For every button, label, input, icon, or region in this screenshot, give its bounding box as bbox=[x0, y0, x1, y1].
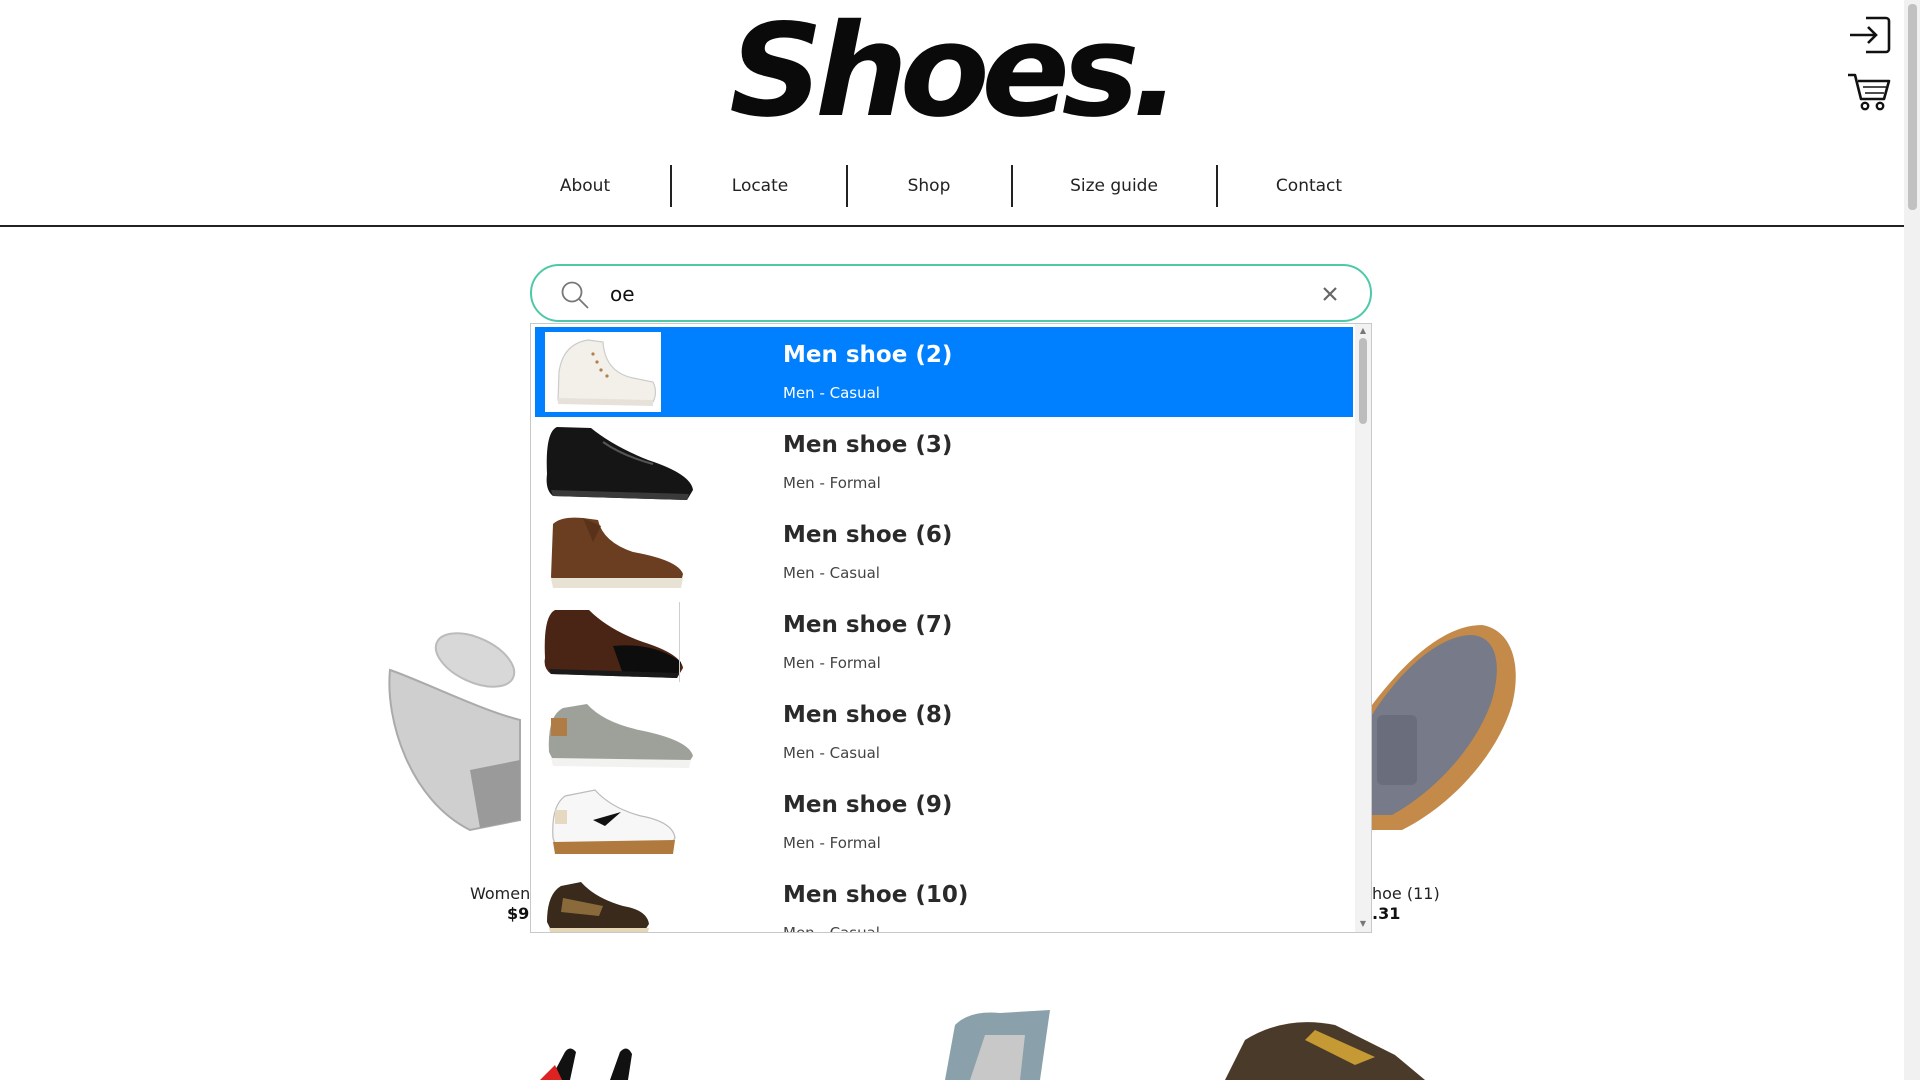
nav-divider bbox=[1011, 165, 1013, 207]
main-nav: About Locate Shop Size guide Contact bbox=[0, 165, 1904, 227]
product-card-image-right[interactable] bbox=[1372, 605, 1522, 835]
nav-about[interactable]: About bbox=[535, 165, 635, 207]
search-results-list: Men shoe (2) Men - Casual Men shoe (3) M… bbox=[535, 327, 1353, 933]
cart-icon[interactable] bbox=[1846, 70, 1892, 112]
brown-skate-shoe-icon bbox=[543, 872, 693, 932]
grey-sneaker-icon bbox=[543, 692, 693, 772]
nav-divider bbox=[670, 165, 672, 207]
search-result-category: Men - Casual bbox=[783, 564, 880, 582]
login-icon[interactable] bbox=[1846, 14, 1892, 56]
search-result-title: Men shoe (9) bbox=[783, 792, 953, 818]
search-result-title: Men shoe (8) bbox=[783, 702, 953, 728]
product-card-image-row2-3[interactable] bbox=[1225, 1015, 1425, 1080]
product-price-left: $9 bbox=[507, 904, 530, 923]
nav-divider bbox=[846, 165, 848, 207]
scroll-down-arrow-icon[interactable]: ▼ bbox=[1359, 920, 1367, 928]
nav-size-guide[interactable]: Size guide bbox=[1052, 165, 1176, 207]
close-icon[interactable] bbox=[1319, 283, 1341, 305]
search-result-category: Men - Formal bbox=[783, 834, 881, 852]
page-scrollbar[interactable] bbox=[1904, 0, 1920, 1080]
dropdown-scrollbar-thumb[interactable] bbox=[1359, 338, 1367, 424]
scroll-up-arrow-icon[interactable]: ▲ bbox=[1359, 327, 1367, 335]
search-result-item[interactable]: Men shoe (8) Men - Casual bbox=[535, 687, 1353, 777]
white-high-top-sneaker-icon bbox=[543, 332, 693, 412]
product-card-image-row2-2[interactable] bbox=[930, 1005, 1060, 1080]
brown-oxford-shoe-icon bbox=[543, 602, 693, 682]
nav-locate[interactable]: Locate bbox=[710, 165, 810, 207]
brown-chukka-boot-icon bbox=[543, 512, 693, 592]
nav-contact[interactable]: Contact bbox=[1259, 165, 1359, 207]
search-result-item[interactable]: Men shoe (2) Men - Casual bbox=[535, 327, 1353, 417]
nav-divider bbox=[1216, 165, 1218, 207]
search-result-title: Men shoe (7) bbox=[783, 612, 953, 638]
product-name-left[interactable]: Women bbox=[470, 884, 530, 903]
search-result-category: Men - Casual bbox=[783, 384, 880, 402]
search-result-item[interactable]: Men shoe (6) Men - Casual bbox=[535, 507, 1353, 597]
product-name-right[interactable]: hoe (11) bbox=[1372, 884, 1440, 903]
search-result-title: Men shoe (2) bbox=[783, 342, 953, 368]
white-gum-sneaker-icon bbox=[543, 782, 693, 862]
search-result-category: Men - Formal bbox=[783, 654, 881, 672]
search-icon bbox=[560, 280, 590, 310]
dropdown-scrollbar[interactable]: ▲ ▼ bbox=[1355, 324, 1371, 932]
search-result-item[interactable]: Men shoe (10) Men - Casual bbox=[535, 867, 1353, 933]
product-price-right: .31 bbox=[1372, 904, 1401, 923]
black-dress-shoe-icon bbox=[543, 422, 693, 502]
search-result-category: Men - Casual bbox=[783, 924, 880, 933]
product-card-image-left[interactable] bbox=[380, 600, 530, 840]
search-input[interactable] bbox=[610, 276, 1250, 312]
search-result-item[interactable]: Men shoe (3) Men - Formal bbox=[535, 417, 1353, 507]
search-results-dropdown: Men shoe (2) Men - Casual Men shoe (3) M… bbox=[530, 323, 1372, 933]
search-bar[interactable] bbox=[530, 264, 1372, 322]
search-result-category: Men - Casual bbox=[783, 744, 880, 762]
search-result-title: Men shoe (10) bbox=[783, 882, 969, 908]
product-card-image-row2-1[interactable] bbox=[520, 1040, 650, 1080]
search-result-category: Men - Formal bbox=[783, 474, 881, 492]
search-result-item[interactable]: Men shoe (9) Men - Formal bbox=[535, 777, 1353, 867]
search-result-item[interactable]: Men shoe (7) Men - Formal bbox=[535, 597, 1353, 687]
nav-shop[interactable]: Shop bbox=[879, 165, 979, 207]
search-result-title: Men shoe (3) bbox=[783, 432, 953, 458]
page-scrollbar-thumb[interactable] bbox=[1908, 4, 1917, 210]
shoes-logo[interactable]: Shoes. bbox=[723, 8, 1181, 136]
search-result-title: Men shoe (6) bbox=[783, 522, 953, 548]
